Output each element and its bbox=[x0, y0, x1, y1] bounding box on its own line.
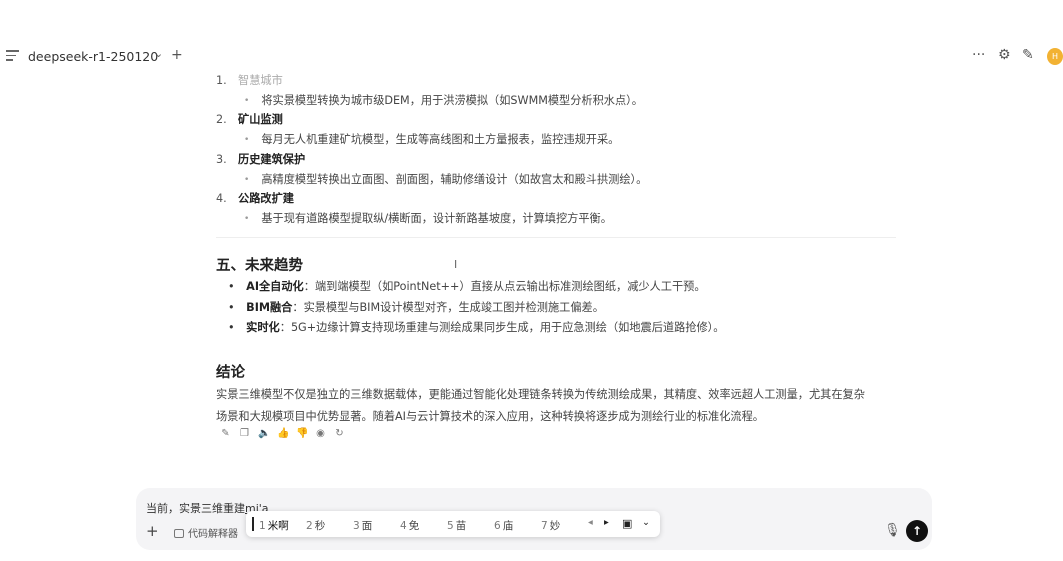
trend-item: 实时化：5G+边缘计算支持现场重建与测绘成果同步生成，用于应急测绘（如地震后道路… bbox=[228, 319, 724, 335]
ime-candidate[interactable]: 7妙 bbox=[541, 518, 560, 533]
chevron-down-icon[interactable]: ⌄ bbox=[154, 47, 163, 60]
message-actions: ✎ ❐ 🔈 👍 👎 ◉ ↻ bbox=[220, 428, 345, 439]
code-interpreter-button[interactable]: 代码解释器 bbox=[174, 525, 238, 540]
ime-candidate[interactable]: 5苗 bbox=[447, 518, 466, 533]
list-item-detail: 高精度模型转换出立面图、剖面图，辅助修缮设计（如故宫太和殿斗拱测绘）。 bbox=[244, 171, 647, 187]
more-icon[interactable]: ··· bbox=[972, 47, 985, 63]
text-cursor-icon: I bbox=[454, 258, 458, 271]
ime-candidate[interactable]: 3面 bbox=[353, 518, 372, 533]
settings-sliders-icon[interactable]: ⚙ bbox=[998, 47, 1011, 63]
new-chat-plus-icon[interactable]: + bbox=[171, 47, 183, 63]
thumbs-up-icon[interactable]: 👍 bbox=[277, 428, 289, 439]
thumbs-down-icon[interactable]: 👎 bbox=[296, 428, 308, 439]
ime-candidate[interactable]: 1 米啊 bbox=[259, 518, 289, 533]
list-item-detail: 将实景模型转换为城市级DEM，用于洪涝模拟（如SWMM模型分析积水点）。 bbox=[244, 92, 643, 108]
ime-candidate[interactable]: 2秒 bbox=[306, 518, 325, 533]
list-item-detail: 每月无人机重建矿坑模型，生成等高线图和土方量报表，监控违规开采。 bbox=[244, 131, 619, 147]
ime-next-page-icon[interactable]: ▸ bbox=[604, 517, 609, 528]
share-icon[interactable]: ◉ bbox=[315, 428, 326, 439]
edit-icon[interactable]: ✎ bbox=[220, 428, 231, 439]
terminal-icon bbox=[174, 529, 184, 538]
speaker-icon[interactable]: 🔈 bbox=[258, 428, 270, 439]
avatar[interactable]: H bbox=[1047, 48, 1063, 65]
list-item: 3. 历史建筑保护 bbox=[216, 153, 306, 166]
ime-cursor bbox=[252, 517, 254, 531]
copy-icon[interactable]: ❐ bbox=[239, 428, 250, 439]
trend-item: AI全自动化：端到端模型（如PointNet++）直接从点云输出标准测绘图纸，减… bbox=[228, 278, 705, 294]
list-item: 4. 公路改扩建 bbox=[216, 192, 294, 205]
list-item: 2. 矿山监测 bbox=[216, 113, 283, 126]
ime-candidate[interactable]: 4免 bbox=[400, 518, 419, 533]
ime-prev-page-icon[interactable]: ◂ bbox=[588, 517, 593, 528]
list-item-detail: 基于现有道路模型提取纵/横断面，设计新路基坡度，计算填挖方平衡。 bbox=[244, 210, 612, 226]
list-item: 1. 智慧城市 bbox=[216, 74, 283, 87]
send-button[interactable]: ↑ bbox=[906, 520, 928, 542]
ime-candidate-bar: 1 米啊 2秒 3面 4免 5苗 6庙 7妙 ◂ ▸ ▣ ⌄ bbox=[246, 511, 660, 537]
trend-item: BIM融合：实景模型与BIM设计模型对齐，生成竣工图并检测施工偏差。 bbox=[228, 299, 604, 315]
ime-expand-icon[interactable]: ⌄ bbox=[642, 517, 650, 528]
ime-candidate[interactable]: 6庙 bbox=[494, 518, 513, 533]
regenerate-icon[interactable]: ↻ bbox=[334, 428, 345, 439]
microphone-icon[interactable]: 🎙 bbox=[884, 523, 901, 538]
conclusion-paragraph: 实景三维模型不仅是独立的三维数据载体，更能通过智能化处理链条转换为传统测绘成果，… bbox=[216, 388, 865, 423]
model-selector[interactable]: deepseek-r1-250120 bbox=[28, 49, 158, 64]
section-heading: 结论 bbox=[216, 365, 245, 381]
sidebar-menu-icon[interactable] bbox=[6, 50, 19, 62]
ime-toolbox-icon[interactable]: ▣ bbox=[622, 517, 632, 530]
divider bbox=[216, 237, 896, 238]
section-heading: 五、未来趋势 bbox=[216, 258, 303, 274]
attach-plus-button[interactable]: + bbox=[146, 522, 159, 540]
edit-icon[interactable]: ✎ bbox=[1022, 47, 1034, 63]
top-bar: deepseek-r1-250120 ⌄ + ··· ⚙ ✎ H bbox=[0, 0, 1063, 65]
